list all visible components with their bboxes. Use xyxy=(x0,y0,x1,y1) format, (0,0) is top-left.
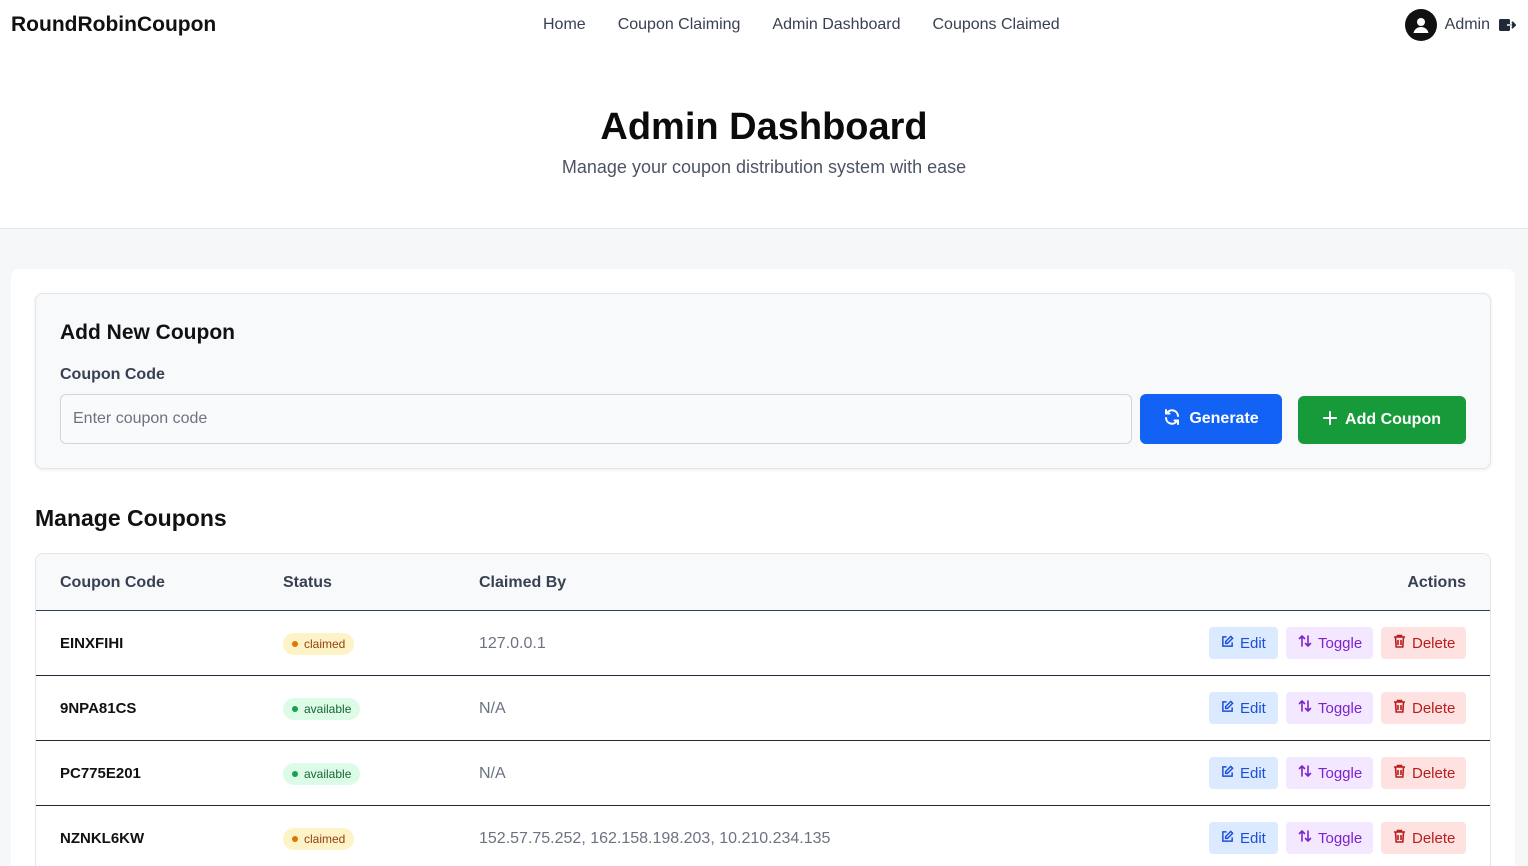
delete-label: Delete xyxy=(1412,699,1456,717)
status-text: claimed xyxy=(304,832,346,846)
plus-icon xyxy=(1323,410,1338,430)
coupon-code-cell: EINXFIHI xyxy=(60,635,124,652)
edit-icon xyxy=(1221,829,1234,847)
nav-link-admin-dashboard[interactable]: Admin Dashboard xyxy=(772,16,900,34)
edit-button[interactable]: Edit xyxy=(1209,822,1278,854)
user-circle-icon[interactable] xyxy=(1404,9,1437,41)
toggle-button[interactable]: Toggle xyxy=(1286,757,1373,789)
table-header: Coupon Code Status Claimed By Actions xyxy=(36,554,1490,611)
column-header-status: Status xyxy=(283,574,332,591)
edit-label: Edit xyxy=(1240,634,1266,652)
trash-icon xyxy=(1393,764,1406,782)
swap-icon xyxy=(1298,634,1312,652)
toggle-label: Toggle xyxy=(1318,634,1363,652)
nav-links: Home Coupon Claiming Admin Dashboard Cou… xyxy=(543,16,1060,34)
add-coupon-button-label: Add Coupon xyxy=(1345,411,1441,428)
trash-icon xyxy=(1393,634,1406,652)
refresh-icon xyxy=(1163,408,1181,431)
delete-button[interactable]: Delete xyxy=(1381,627,1466,659)
coupon-code-label: Coupon Code xyxy=(60,366,165,383)
edit-icon xyxy=(1221,764,1234,782)
status-dot xyxy=(292,641,298,647)
column-header-claimed-by: Claimed By xyxy=(479,574,567,591)
status-badge: available xyxy=(283,763,361,785)
delete-button[interactable]: Delete xyxy=(1381,692,1466,724)
toggle-label: Toggle xyxy=(1318,699,1363,717)
claimed-by-cell: N/A xyxy=(479,765,506,782)
nav-link-coupon-claiming[interactable]: Coupon Claiming xyxy=(618,16,741,34)
hero-section: Admin Dashboard Manage your coupon distr… xyxy=(0,56,1528,229)
trash-icon xyxy=(1393,699,1406,717)
edit-icon xyxy=(1221,699,1234,717)
edit-label: Edit xyxy=(1240,764,1266,782)
toggle-label: Toggle xyxy=(1318,829,1363,847)
edit-icon xyxy=(1221,634,1234,652)
coupon-code-cell: 9NPA81CS xyxy=(60,700,137,717)
add-coupon-title: Add New Coupon xyxy=(60,321,235,344)
table-row: 9NPA81CS available N/A Edit Toggle Delet… xyxy=(36,676,1490,741)
status-badge: claimed xyxy=(283,633,355,655)
add-coupon-button[interactable]: Add Coupon xyxy=(1298,396,1466,444)
generate-button[interactable]: Generate xyxy=(1140,394,1282,444)
toggle-button[interactable]: Toggle xyxy=(1286,822,1373,854)
toggle-button[interactable]: Toggle xyxy=(1286,692,1373,724)
row-actions: Edit Toggle Delete xyxy=(1209,822,1466,854)
row-actions: Edit Toggle Delete xyxy=(1209,757,1466,789)
status-dot xyxy=(292,836,298,842)
status-text: available xyxy=(304,702,352,716)
delete-label: Delete xyxy=(1412,829,1456,847)
user-menu: Admin xyxy=(1404,9,1516,41)
status-dot xyxy=(292,771,298,777)
main-panel: Add New Coupon Coupon Code Generate Add … xyxy=(11,269,1515,866)
claimed-by-cell: 127.0.0.1 xyxy=(479,635,546,652)
add-coupon-card: Add New Coupon Coupon Code Generate Add … xyxy=(35,293,1491,469)
manage-coupons-title: Manage Coupons xyxy=(35,505,227,531)
delete-label: Delete xyxy=(1412,634,1456,652)
status-dot xyxy=(292,706,298,712)
table-row: PC775E201 available N/A Edit Toggle Dele… xyxy=(36,741,1490,806)
claimed-by-cell: 152.57.75.252, 162.158.198.203, 10.210.2… xyxy=(479,830,831,847)
delete-button[interactable]: Delete xyxy=(1381,757,1466,789)
edit-label: Edit xyxy=(1240,699,1266,717)
top-navbar: RoundRobinCoupon Home Coupon Claiming Ad… xyxy=(0,0,1528,56)
edit-label: Edit xyxy=(1240,829,1266,847)
status-text: available xyxy=(304,767,352,781)
delete-button[interactable]: Delete xyxy=(1381,822,1466,854)
edit-button[interactable]: Edit xyxy=(1209,757,1278,789)
edit-button[interactable]: Edit xyxy=(1209,692,1278,724)
coupons-table: Coupon Code Status Claimed By Actions EI… xyxy=(35,553,1491,866)
column-header-coupon-code: Coupon Code xyxy=(60,574,165,591)
swap-icon xyxy=(1298,699,1312,717)
toggle-button[interactable]: Toggle xyxy=(1286,627,1373,659)
column-header-actions: Actions xyxy=(1407,574,1466,591)
generate-button-label: Generate xyxy=(1189,410,1259,427)
edit-button[interactable]: Edit xyxy=(1209,627,1278,659)
swap-icon xyxy=(1298,764,1312,782)
nav-link-coupons-claimed[interactable]: Coupons Claimed xyxy=(933,16,1060,34)
status-badge: claimed xyxy=(283,828,355,850)
claimed-by-cell: N/A xyxy=(479,700,506,717)
delete-label: Delete xyxy=(1412,764,1456,782)
nav-link-home[interactable]: Home xyxy=(543,16,586,34)
user-name: Admin xyxy=(1444,16,1490,33)
page-subtitle: Manage your coupon distribution system w… xyxy=(561,157,967,177)
row-actions: Edit Toggle Delete xyxy=(1209,627,1466,659)
status-badge: available xyxy=(283,698,361,720)
toggle-label: Toggle xyxy=(1318,764,1363,782)
coupon-code-cell: PC775E201 xyxy=(60,765,141,782)
coupon-code-cell: NZNKL6KW xyxy=(60,830,145,847)
page-title: Admin Dashboard xyxy=(600,106,928,148)
table-row: NZNKL6KW claimed 152.57.75.252, 162.158.… xyxy=(36,806,1490,866)
table-row: EINXFIHI claimed 127.0.0.1 Edit Toggle D… xyxy=(36,611,1490,676)
swap-icon xyxy=(1298,829,1312,847)
brand-logo[interactable]: RoundRobinCoupon xyxy=(11,13,216,37)
row-actions: Edit Toggle Delete xyxy=(1209,692,1466,724)
trash-icon xyxy=(1393,829,1406,847)
coupon-code-input[interactable] xyxy=(60,394,1132,444)
logout-icon[interactable] xyxy=(1498,16,1516,34)
status-text: claimed xyxy=(304,637,346,651)
